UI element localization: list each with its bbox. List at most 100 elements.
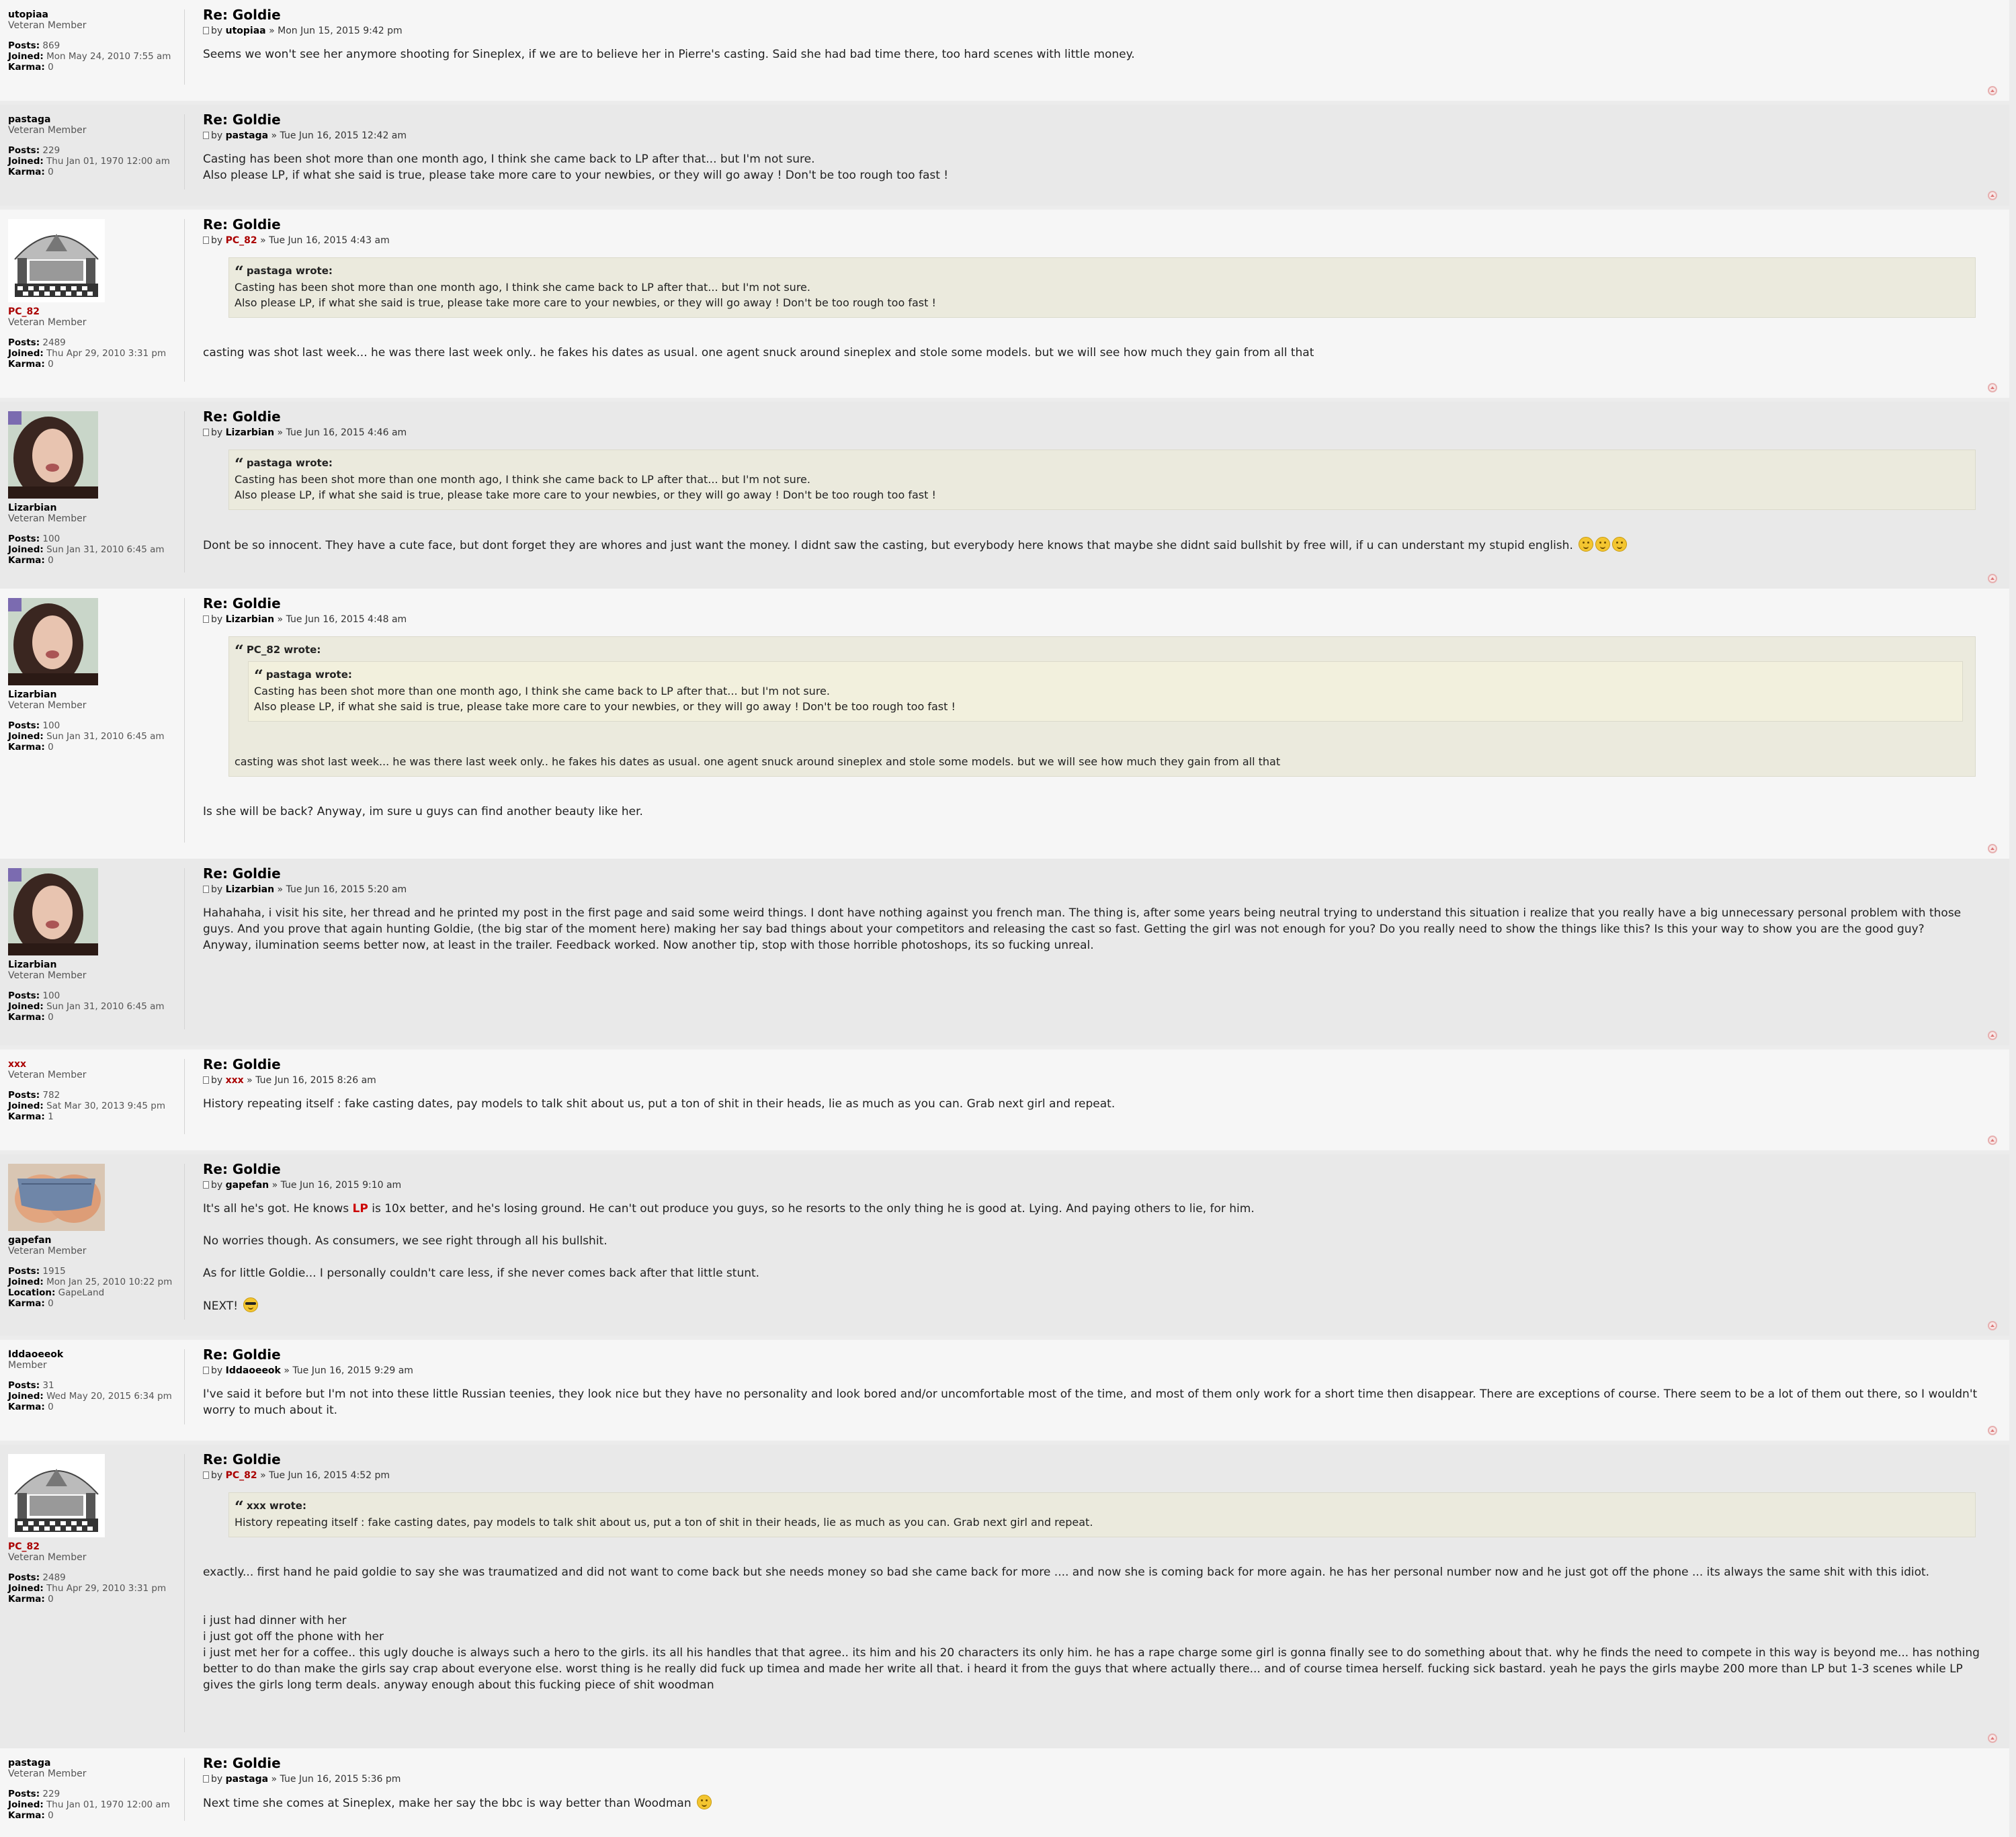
doc-icon[interactable] xyxy=(203,615,209,623)
author-link[interactable]: PC_82 xyxy=(226,1470,257,1481)
quote-block: “xxx wrote: History repeating itself : f… xyxy=(228,1492,1976,1537)
post-title[interactable]: Re: Goldie xyxy=(203,595,1992,611)
doc-icon[interactable] xyxy=(203,1775,209,1783)
post-content: Dont be so innocent. They have a cute fa… xyxy=(203,537,1992,554)
back-to-top-icon[interactable] xyxy=(1988,844,1997,853)
join-date: Joined: Thu Jan 01, 1970 12:00 am xyxy=(8,1799,170,1810)
user-rank: Member xyxy=(8,1360,47,1371)
back-to-top-icon[interactable] xyxy=(1988,1136,1997,1145)
author-link[interactable]: Lizarbian xyxy=(226,427,274,438)
doc-icon[interactable] xyxy=(203,1471,209,1479)
post-author: by gapefan » Tue Jun 16, 2015 9:10 am xyxy=(203,1179,1992,1191)
karma: Karma: 0 xyxy=(8,555,54,566)
username[interactable]: pastaga xyxy=(8,1758,183,1768)
post-date: Tue Jun 16, 2015 4:46 am xyxy=(286,427,407,438)
username[interactable]: gapefan xyxy=(8,1235,183,1246)
username[interactable]: pastaga xyxy=(8,114,183,125)
post-body: Re: Goldie by Lizarbian » Tue Jun 16, 20… xyxy=(203,595,1992,820)
doc-icon[interactable] xyxy=(203,132,209,139)
avatar[interactable] xyxy=(8,411,105,499)
forum-thread: utopiaa Veteran Member Posts: 869 Joined… xyxy=(0,0,2016,1837)
post-title[interactable]: Re: Goldie xyxy=(203,1347,1992,1363)
back-to-top-icon[interactable] xyxy=(1988,1426,1997,1435)
author-link[interactable]: pastaga xyxy=(226,1774,268,1785)
post-content: exactly... first hand he paid goldie to … xyxy=(203,1566,1980,1692)
post-count: Posts: 31 xyxy=(8,1380,54,1391)
username[interactable]: PC_82 xyxy=(8,1541,183,1552)
doc-icon[interactable] xyxy=(203,1367,209,1374)
avatar[interactable] xyxy=(8,868,105,955)
doc-icon[interactable] xyxy=(203,886,209,893)
author-link[interactable]: pastaga xyxy=(226,130,268,141)
join-date: Joined: Thu Apr 29, 2010 3:31 pm xyxy=(8,348,167,359)
post-count: Posts: 229 xyxy=(8,145,60,156)
post-title[interactable]: Re: Goldie xyxy=(203,112,1992,128)
post-body: Re: Goldie by Iddaoeeok » Tue Jun 16, 20… xyxy=(203,1347,1992,1418)
username[interactable]: Lizarbian xyxy=(8,689,183,700)
author-link[interactable]: gapefan xyxy=(226,1180,269,1191)
avatar[interactable] xyxy=(8,1454,105,1537)
author-link[interactable]: utopiaa xyxy=(226,26,266,36)
karma: Karma: 0 xyxy=(8,167,54,177)
back-to-top-icon[interactable] xyxy=(1988,574,1997,583)
doc-icon[interactable] xyxy=(203,27,209,34)
divider xyxy=(184,9,185,85)
karma: Karma: 0 xyxy=(8,1594,54,1605)
doc-icon[interactable] xyxy=(203,1076,209,1084)
quote-header: “pastaga wrote: xyxy=(235,262,333,282)
post-date: Tue Jun 16, 2015 4:48 am xyxy=(286,614,407,625)
back-to-top-icon[interactable] xyxy=(1988,1031,1997,1040)
back-to-top-icon[interactable] xyxy=(1988,383,1997,392)
post-author: by PC_82 » Tue Jun 16, 2015 4:43 am xyxy=(203,234,1992,247)
doc-icon[interactable] xyxy=(203,237,209,244)
author-link[interactable]: PC_82 xyxy=(226,235,257,246)
author-link[interactable]: Lizarbian xyxy=(226,884,274,895)
post-title[interactable]: Re: Goldie xyxy=(203,216,1992,232)
cool-smiley-icon xyxy=(243,1297,259,1312)
avatar[interactable] xyxy=(8,219,105,302)
username[interactable]: Iddaoeeok xyxy=(8,1349,183,1360)
smiley-icon xyxy=(1579,537,1594,552)
post-title[interactable]: Re: Goldie xyxy=(203,865,1992,882)
post: utopiaa Veteran Member Posts: 869 Joined… xyxy=(0,0,2009,101)
post-title[interactable]: Re: Goldie xyxy=(203,1161,1992,1177)
doc-icon[interactable] xyxy=(203,1181,209,1189)
user-rank: Veteran Member xyxy=(8,1070,87,1080)
smiley-icon xyxy=(1612,537,1628,552)
join-date: Joined: Mon Jan 25, 2010 10:22 pm xyxy=(8,1277,173,1287)
avatar[interactable] xyxy=(8,598,105,685)
post-body: Re: Goldie by Lizarbian » Tue Jun 16, 20… xyxy=(203,865,1992,953)
post-title[interactable]: Re: Goldie xyxy=(203,409,1992,425)
username[interactable]: Lizarbian xyxy=(8,503,183,513)
post-author: by xxx » Tue Jun 16, 2015 8:26 am xyxy=(203,1074,1992,1086)
post-body: Re: Goldie by pastaga » Tue Jun 16, 2015… xyxy=(203,112,1992,183)
post-title[interactable]: Re: Goldie xyxy=(203,1451,1992,1467)
post-author: by Lizarbian » Tue Jun 16, 2015 4:46 am xyxy=(203,427,1992,439)
post-date: Mon Jun 15, 2015 9:42 pm xyxy=(278,26,403,36)
post-author: by pastaga » Tue Jun 16, 2015 5:36 pm xyxy=(203,1773,1992,1785)
karma: Karma: 0 xyxy=(8,62,54,73)
username[interactable]: PC_82 xyxy=(8,306,183,317)
post: Iddaoeeok Member Posts: 31 Joined: Wed M… xyxy=(0,1340,2009,1441)
author-link[interactable]: Iddaoeeok xyxy=(226,1365,281,1376)
back-to-top-icon[interactable] xyxy=(1988,191,1997,200)
username[interactable]: utopiaa xyxy=(8,9,183,20)
author-link[interactable]: xxx xyxy=(226,1075,244,1086)
username[interactable]: Lizarbian xyxy=(8,959,183,970)
author-link[interactable]: Lizarbian xyxy=(226,614,274,625)
post-profile: PC_82 Veteran Member Posts: 2489 Joined:… xyxy=(8,1454,183,1605)
post-title[interactable]: Re: Goldie xyxy=(203,7,1992,23)
post-content: Next time she comes at Sineplex, make he… xyxy=(203,1795,1992,1811)
avatar[interactable] xyxy=(8,1164,105,1231)
post-content: Hahahaha, i visit his site, her thread a… xyxy=(203,906,1962,952)
back-to-top-icon[interactable] xyxy=(1988,1734,1997,1743)
username[interactable]: xxx xyxy=(8,1059,183,1070)
doc-icon[interactable] xyxy=(203,429,209,436)
post-title[interactable]: Re: Goldie xyxy=(203,1755,1992,1771)
post-count: Posts: 1915 xyxy=(8,1266,66,1277)
back-to-top-icon[interactable] xyxy=(1988,86,1997,95)
back-to-top-icon[interactable] xyxy=(1988,1321,1997,1330)
post-title[interactable]: Re: Goldie xyxy=(203,1056,1992,1072)
post-count: Posts: 229 xyxy=(8,1789,60,1799)
divider xyxy=(184,219,185,382)
